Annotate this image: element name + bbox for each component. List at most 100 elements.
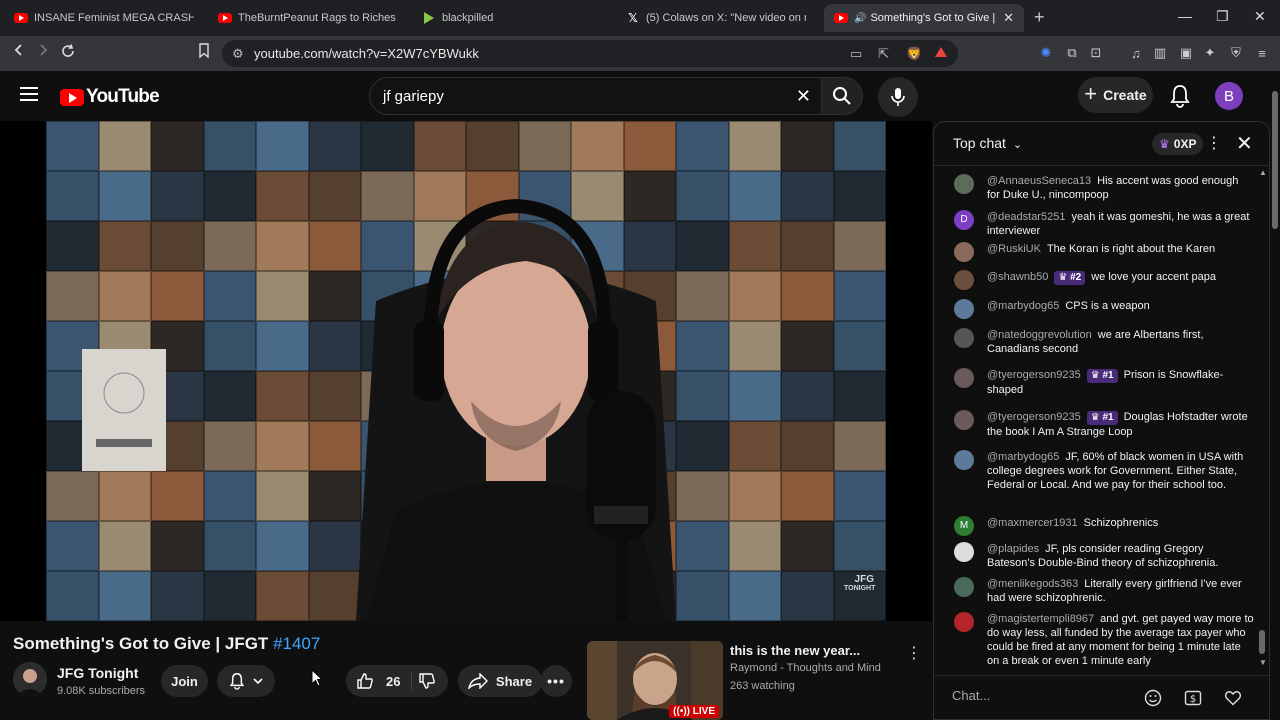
- chat-avatar[interactable]: [954, 299, 974, 319]
- chat-message[interactable]: @marbydog65 JF, 60% of black women in USA…: [954, 450, 1254, 492]
- chat-message[interactable]: @plapides JF, pls consider reading Gregor…: [954, 542, 1254, 570]
- channel-avatar[interactable]: [13, 662, 47, 696]
- chat-scrollbar[interactable]: ▲ ▼: [1258, 168, 1267, 668]
- account-avatar[interactable]: B: [1215, 82, 1243, 110]
- chat-author[interactable]: @AnnaeusSeneca13: [987, 175, 1091, 187]
- chat-author[interactable]: @marbydog65: [987, 451, 1059, 463]
- page-scrollbar[interactable]: [1270, 71, 1280, 720]
- chat-avatar[interactable]: D: [954, 210, 974, 230]
- chat-message[interactable]: D @deadstar5251 yeah it was gomeshi, he wa…: [954, 210, 1254, 238]
- voice-search-button[interactable]: [878, 77, 918, 117]
- back-icon[interactable]: [12, 43, 26, 62]
- chat-message[interactable]: M @maxmercer1931 Schizophrenics: [954, 516, 1254, 536]
- browser-tab-5-active[interactable]: 🔊 Something's Got to Give | JFG ✕: [824, 4, 1024, 32]
- maximize-icon[interactable]: ❐: [1216, 8, 1229, 25]
- chat-author[interactable]: @marbydog65: [987, 300, 1059, 312]
- chat-message[interactable]: @natedoggrevolution we are Albertans firs…: [954, 328, 1254, 356]
- new-tab-icon[interactable]: +: [1034, 7, 1045, 28]
- chat-avatar[interactable]: [954, 368, 974, 388]
- chat-author[interactable]: @deadstar5251: [987, 211, 1065, 223]
- chat-avatar[interactable]: [954, 328, 974, 348]
- minimize-icon[interactable]: —: [1178, 8, 1192, 24]
- more-vertical-icon[interactable]: ⋮: [906, 643, 922, 663]
- subscribed-notification-button[interactable]: [217, 665, 275, 697]
- video-player[interactable]: JFG TONIGHT: [0, 121, 932, 621]
- hamburger-menu-icon[interactable]: [20, 87, 38, 101]
- vpn-icon[interactable]: ⛨: [1228, 45, 1244, 61]
- chat-avatar[interactable]: [954, 242, 974, 262]
- extensions-puzzle-icon[interactable]: ⧉: [1064, 45, 1080, 61]
- chat-mode-dropdown[interactable]: Top chat ⌄: [953, 135, 1022, 151]
- chat-author[interactable]: @shawnb50: [987, 271, 1048, 283]
- share-button[interactable]: Share: [458, 665, 542, 697]
- share-icon[interactable]: ⇱: [878, 46, 889, 62]
- chat-message[interactable]: @AnnaeusSeneca13 His accent was good enou…: [954, 174, 1254, 202]
- close-tab-icon[interactable]: ✕: [997, 10, 1014, 26]
- screenshot-icon[interactable]: ⊡: [1088, 45, 1104, 61]
- super-chat-icon[interactable]: $: [1184, 689, 1202, 707]
- chat-author[interactable]: @RuskiUK: [987, 243, 1041, 255]
- search-button[interactable]: [821, 77, 863, 115]
- emoji-icon[interactable]: [1144, 689, 1162, 707]
- chat-author[interactable]: @plapides: [987, 543, 1039, 555]
- chat-more-icon[interactable]: ⋮: [1206, 133, 1222, 153]
- chat-author[interactable]: @menlikegods363: [987, 578, 1078, 590]
- chat-author[interactable]: @maxmercer1931: [987, 517, 1078, 529]
- media-icon[interactable]: ♫: [1128, 45, 1144, 61]
- sidebar-icon[interactable]: ▥: [1152, 45, 1168, 61]
- xp-badge[interactable]: ♛ 0XP: [1152, 133, 1204, 155]
- join-button[interactable]: Join: [161, 665, 208, 697]
- chat-message[interactable]: @RuskiUK The Koran is right about the Kar…: [954, 242, 1254, 262]
- site-info-icon[interactable]: ⚙: [232, 46, 244, 62]
- browser-tab-1[interactable]: INSANE Feminist MEGA CRASHOUT !: [4, 4, 204, 32]
- browser-tab-3[interactable]: blackpilled: [412, 4, 612, 32]
- chat-avatar[interactable]: [954, 270, 974, 290]
- cast-icon[interactable]: ▭: [850, 46, 862, 62]
- chat-message[interactable]: @marbydog65 CPS is a weapon: [954, 299, 1254, 319]
- forward-icon[interactable]: [36, 43, 50, 62]
- chat-author[interactable]: @tyerogerson9235: [987, 411, 1081, 423]
- more-actions-button[interactable]: •••: [540, 665, 572, 697]
- chat-message-list[interactable]: @AnnaeusSeneca13 His accent was good enou…: [934, 166, 1262, 668]
- chat-author[interactable]: @natedoggrevolution: [987, 329, 1092, 341]
- chat-avatar[interactable]: M: [954, 516, 974, 536]
- heart-icon[interactable]: [1224, 689, 1242, 707]
- chat-message[interactable]: @menlikegods363 Literally every girlfrien…: [954, 577, 1254, 605]
- chat-message[interactable]: @tyerogerson9235 ♛ #1 Douglas Hofstadter w…: [954, 410, 1254, 439]
- chat-input[interactable]: Chat...: [952, 688, 990, 703]
- chat-avatar[interactable]: [954, 174, 974, 194]
- search-input[interactable]: jf gariepy ✕: [369, 77, 822, 115]
- hashtag-link[interactable]: #1407: [273, 634, 320, 653]
- chat-avatar[interactable]: [954, 410, 974, 430]
- browser-tab-2[interactable]: TheBurntPeanut Rags to Riches | ARC: [208, 4, 408, 32]
- close-chat-icon[interactable]: ✕: [1236, 131, 1253, 156]
- recommended-title[interactable]: this is the new year...: [730, 643, 860, 658]
- browser-tab-4[interactable]: 𝕏 (5) Colaws on X: "New video on my Y: [616, 4, 816, 32]
- youtube-logo[interactable]: YouTube: [60, 86, 160, 108]
- menu-icon[interactable]: ≡: [1254, 45, 1270, 61]
- leo-ai-icon[interactable]: ✦: [1202, 45, 1218, 61]
- chat-avatar[interactable]: [954, 542, 974, 562]
- reload-icon[interactable]: [60, 43, 76, 64]
- chat-avatar[interactable]: [954, 577, 974, 597]
- channel-name[interactable]: JFG Tonight: [57, 665, 138, 681]
- notifications-bell-icon[interactable]: [1169, 84, 1191, 113]
- chat-author[interactable]: @tyerogerson9235: [987, 369, 1081, 381]
- clear-search-icon[interactable]: ✕: [796, 86, 811, 107]
- chat-avatar[interactable]: [954, 612, 974, 632]
- close-window-icon[interactable]: ✕: [1254, 8, 1266, 25]
- address-bar[interactable]: ⚙ youtube.com/watch?v=X2W7cYBWukk ▭ ⇱ 🦁: [222, 40, 958, 67]
- chat-message[interactable]: @tyerogerson9235 ♛ #1 Prison is Snowflake-…: [954, 368, 1254, 397]
- wallet-icon[interactable]: ▣: [1178, 45, 1194, 61]
- recommended-channel[interactable]: Raymond - Thoughts and Mind: [730, 662, 881, 674]
- chat-message[interactable]: @shawnb50 ♛ #2 we love your accent papa: [954, 270, 1254, 290]
- extension-blue-icon[interactable]: ✺: [1038, 45, 1054, 61]
- like-button[interactable]: 26: [356, 672, 400, 690]
- chat-author[interactable]: @magistertempli8967: [987, 613, 1094, 625]
- chat-message[interactable]: @magistertempli8967 and gvt. get payed wa…: [954, 612, 1254, 668]
- recommended-thumbnail[interactable]: ((•)) LIVE: [587, 641, 723, 720]
- bookmark-icon[interactable]: [198, 43, 210, 64]
- video-frame[interactable]: [46, 121, 886, 621]
- create-button[interactable]: + Create: [1078, 77, 1153, 113]
- chat-avatar[interactable]: [954, 450, 974, 470]
